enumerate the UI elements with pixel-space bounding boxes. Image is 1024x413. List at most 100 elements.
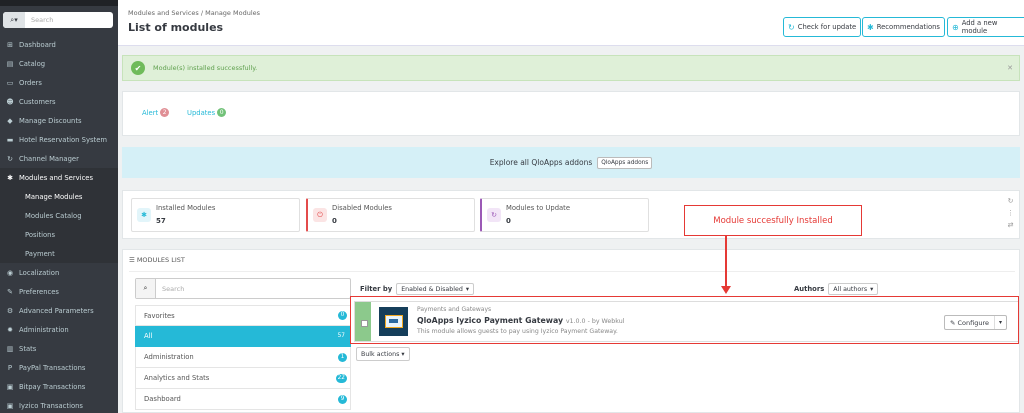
bulk-actions-button[interactable]: Bulk actions ▾ (356, 347, 410, 361)
search-icon[interactable]: ⌕▾ (3, 12, 25, 28)
tab-updates[interactable]: Updates 0 (187, 108, 227, 117)
sidebar-item-bitpay[interactable]: ▣ Bitpay Transactions (0, 377, 118, 396)
sidebar-subitem-positions[interactable]: Positions (0, 225, 118, 244)
category-label: Favorites (144, 311, 175, 320)
close-icon[interactable]: ✕ (1007, 64, 1013, 72)
kpi-panel: ✱ Installed Modules 57 ⏻ Disabled Module… (122, 190, 1020, 239)
select-value: All authors (833, 285, 868, 293)
sidebar-item-label: Hotel Reservation System (19, 135, 107, 144)
chevron-down-icon: ▾ (401, 350, 405, 358)
sidebar-item-iyzico[interactable]: ▣ Iyzico Transactions (0, 396, 118, 413)
modules-list-heading: ☰ MODULES LIST (129, 256, 185, 264)
annotation-arrowhead (721, 286, 731, 294)
sidebar-item-label: Bitpay Transactions (19, 382, 86, 391)
sidebar-item-hotel-reservation[interactable]: ▬ Hotel Reservation System (0, 130, 118, 149)
sidebar-item-orders[interactable]: ▭ Orders (0, 73, 118, 92)
authors-select[interactable]: All authors ▾ (828, 283, 879, 295)
qloapps-addons-button[interactable]: QloApps addons (597, 156, 653, 169)
sidebar-item-stats[interactable]: ▥ Stats (0, 339, 118, 358)
kpi-disabled-modules[interactable]: ⏻ Disabled Modules 0 (306, 198, 475, 232)
sidebar-item-administration[interactable]: ✹ Administration (0, 320, 118, 339)
discount-icon: ◆ (7, 116, 13, 125)
sidebar-item-label: Localization (19, 268, 60, 277)
sidebar-item-dashboard[interactable]: ⊞ Dashboard (0, 35, 118, 54)
check-circle-icon: ✔ (131, 61, 145, 75)
filter-row: Filter by Enabled & Disabled ▾ (360, 283, 475, 295)
more-icon[interactable]: ⋮ (1007, 209, 1014, 217)
category-favorites[interactable]: Favorites 0 (135, 305, 351, 326)
tab-alert[interactable]: Alert 2 (142, 108, 170, 117)
sidebar-item-label: Stats (19, 344, 37, 353)
sidebar-item-catalog[interactable]: ▤ Catalog (0, 54, 118, 73)
cogs-icon: ⚙ (6, 306, 14, 315)
category-count: 0 (338, 311, 347, 320)
recommendations-button[interactable]: ✱ Recommendations (862, 17, 945, 37)
bulk-label: Bulk actions (361, 350, 400, 358)
alert-count-badge: 2 (160, 108, 170, 117)
search-icon: ⌕ (136, 279, 156, 298)
paypal-icon: P (7, 363, 13, 372)
addons-text: Explore all QloApps addons (489, 158, 593, 167)
category-search-input[interactable]: Search (156, 285, 184, 293)
sidebar-item-label: PayPal Transactions (19, 363, 86, 372)
authors-row: Authors All authors ▾ (794, 283, 879, 295)
kpi-value: 0 (506, 217, 511, 225)
sidebar-item-customers[interactable]: ☻ Customers (0, 92, 118, 111)
kpi-label: Disabled Modules (332, 204, 392, 212)
annotation-highlight-box (350, 296, 1019, 344)
tab-label: Alert (142, 108, 159, 117)
sidebar-item-label: Modules and Services (19, 173, 94, 182)
category-analytics[interactable]: Analytics and Stats 22 (135, 368, 351, 389)
kpi-installed-modules[interactable]: ✱ Installed Modules 57 (131, 198, 300, 232)
category-column: ⌕ Search Favorites 0 All 57 Administration… (135, 278, 351, 410)
category-count: 1 (338, 352, 347, 362)
sidebar-item-paypal[interactable]: P PayPal Transactions (0, 358, 118, 377)
sidebar-item-channel-manager[interactable]: ↻ Channel Manager (0, 149, 118, 168)
page-header: Modules and Services / Manage Modules Li… (118, 0, 1024, 46)
sidebar-subitem-modules-catalog[interactable]: Modules Catalog (0, 206, 118, 225)
sidebar-search-input[interactable]: Search (25, 16, 53, 24)
button-label: Recommendations (876, 23, 940, 31)
kpi-value: 0 (332, 217, 337, 225)
sidebar-item-advanced-parameters[interactable]: ⚙ Advanced Parameters (0, 301, 118, 320)
puzzle-icon: ✱ (867, 22, 874, 32)
breadcrumb[interactable]: Modules and Services / Manage Modules (128, 9, 260, 17)
refresh-icon: ↻ (487, 208, 501, 222)
filter-select[interactable]: Enabled & Disabled ▾ (396, 283, 475, 295)
power-icon: ⏻ (313, 208, 327, 222)
money-icon: ▣ (6, 401, 14, 410)
divider (129, 271, 1015, 272)
puzzle-icon: ✱ (137, 208, 151, 222)
toggle-icon[interactable]: ⇄ (1008, 221, 1014, 229)
category-dashboard[interactable]: Dashboard 9 (135, 389, 351, 410)
filter-label: Filter by (360, 285, 393, 293)
sidebar-item-localization[interactable]: ◉ Localization (0, 263, 118, 282)
sidebar-item-preferences[interactable]: ✎ Preferences (0, 282, 118, 301)
select-value: Enabled & Disabled (401, 285, 463, 293)
add-new-module-button[interactable]: ⊕ Add a new module (947, 17, 1024, 37)
sidebar-item-label: Customers (19, 97, 56, 106)
category-label: Dashboard (144, 395, 181, 403)
authors-label: Authors (794, 285, 825, 293)
sidebar-subitem-manage-modules[interactable]: Manage Modules (0, 187, 118, 206)
category-search[interactable]: ⌕ Search (135, 278, 351, 299)
sidebar-item-label: Iyzico Transactions (19, 401, 83, 410)
category-administration[interactable]: Administration 1 (135, 347, 351, 368)
sidebar-item-label: Administration (19, 325, 69, 334)
check-for-update-button[interactable]: ↻ Check for update (783, 17, 862, 37)
orders-icon: ▭ (6, 78, 14, 87)
annotation-callout: Module succesfully Installed (684, 205, 862, 236)
sidebar-item-label: Channel Manager (19, 154, 79, 163)
kpi-modules-to-update[interactable]: ↻ Modules to Update 0 (480, 198, 649, 232)
customers-icon: ☻ (6, 97, 14, 106)
category-count: 9 (338, 394, 347, 404)
category-all[interactable]: All 57 (135, 326, 351, 347)
category-label: All (144, 332, 153, 340)
refresh-icon[interactable]: ↻ (1008, 197, 1014, 205)
sidebar-item-modules-services[interactable]: ✱ Modules and Services (0, 168, 118, 187)
sidebar-search[interactable]: ⌕▾ Search (3, 12, 113, 28)
sidebar-item-label: Preferences (19, 287, 59, 296)
sidebar-subitem-payment[interactable]: Payment (0, 244, 118, 263)
kpi-label: Modules to Update (506, 204, 571, 212)
sidebar-item-manage-discounts[interactable]: ◆ Manage Discounts (0, 111, 118, 130)
